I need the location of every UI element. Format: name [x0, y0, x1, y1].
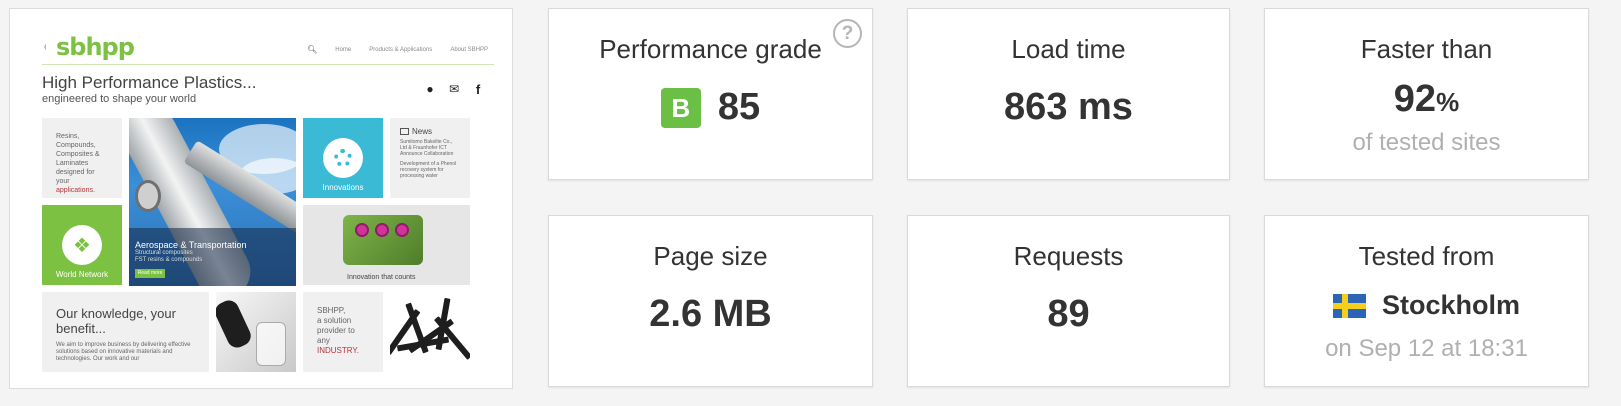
requests-card: Requests 89 — [907, 215, 1230, 387]
facebook-icon: f — [475, 81, 481, 97]
mail-icon: ✉ — [448, 82, 460, 96]
page-size-value: 2.6 MB — [649, 293, 772, 335]
page-size-card: Page size 2.6 MB — [548, 215, 873, 387]
search-icon: 🔍︎ — [307, 45, 318, 54]
help-icon[interactable]: ? — [833, 19, 862, 48]
tile-glass-image — [216, 292, 296, 372]
performance-score: 85 — [717, 86, 761, 128]
news-icon — [400, 128, 409, 135]
tile-sticks-image — [390, 292, 470, 372]
tile-solution: SBHPP, a solution provider to any INDUST… — [303, 292, 383, 372]
social-icons: ● ✉ f — [422, 81, 486, 97]
read-more-button: Read more — [135, 269, 165, 278]
website-screenshot: sbhpp 🔍︎ Home Products & Applications Ab… — [9, 8, 513, 389]
load-time-value: 863 ms — [1004, 86, 1133, 128]
tested-from-date: on Sep 12 at 18:31 — [1325, 335, 1528, 362]
faster-than-title: Faster than — [1360, 34, 1493, 64]
faster-than-value: 92 — [1393, 78, 1437, 120]
site-headline: High Performance Plastics... — [42, 73, 257, 92]
tile-news: News Sumitomo Bakelite Co., Ltd & Fraunh… — [390, 118, 470, 198]
faster-than-card: Faster than 92 % of tested sites — [1264, 8, 1589, 180]
nav-about: About SBHPP — [450, 46, 488, 53]
site-preview: sbhpp 🔍︎ Home Products & Applications Ab… — [42, 25, 494, 380]
tile-world-network: ❖ World Network — [42, 205, 122, 285]
nav-home: Home — [335, 46, 352, 53]
requests-title: Requests — [1013, 241, 1124, 271]
test-location: Stockholm — [1381, 290, 1521, 320]
performance-grade-title: Performance grade — [599, 34, 822, 64]
page-size-title: Page size — [653, 241, 768, 271]
tested-from-title: Tested from — [1358, 241, 1495, 271]
faster-than-subtext: of tested sites — [1352, 129, 1501, 156]
tile-engine: Innovation that counts — [303, 205, 470, 285]
load-time-card: Load time 863 ms — [907, 8, 1230, 180]
faster-than-unit: % — [1436, 87, 1460, 117]
grade-badge: B — [660, 87, 701, 128]
tile-knowledge: Our knowledge, your benefit... We aim to… — [42, 292, 209, 372]
sweden-flag-icon — [1332, 293, 1366, 318]
tested-from-card: Tested from Stockholm on Sep 12 at 18:31 — [1264, 215, 1589, 387]
site-tagline: engineered to shape your world — [42, 93, 197, 105]
tile-resins: Resins, Compounds, Composites & Laminate… — [42, 118, 122, 198]
tile-aerospace: Aerospace & Transportation Structural co… — [129, 118, 296, 286]
tile-innovations: Innovations — [303, 118, 383, 198]
load-time-title: Load time — [1011, 34, 1126, 64]
share-icon: ❖ — [62, 225, 102, 265]
performance-grade-card: Performance grade ? B 85 — [548, 8, 873, 180]
requests-value: 89 — [1047, 293, 1090, 335]
globe-icon: ● — [426, 82, 434, 96]
nav-divider — [42, 64, 494, 65]
nav-products: Products & Applications — [369, 46, 433, 53]
site-nav: 🔍︎ Home Products & Applications About SB… — [307, 45, 488, 54]
gear-icon — [334, 149, 352, 167]
